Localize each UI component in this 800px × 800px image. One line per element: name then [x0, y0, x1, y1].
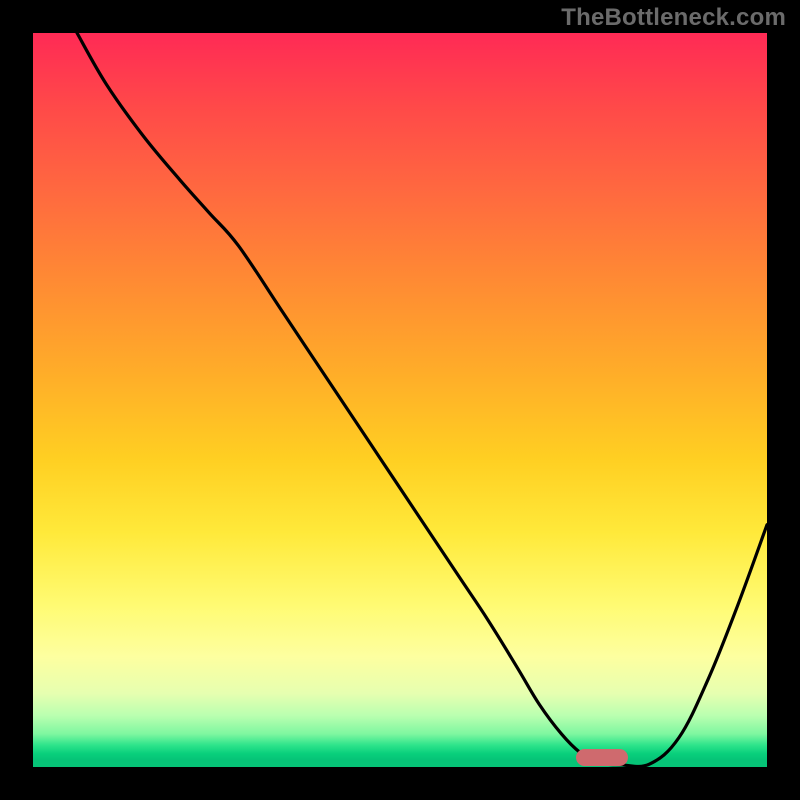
optimum-marker	[576, 749, 627, 766]
plot-area	[33, 33, 767, 767]
watermark-text: TheBottleneck.com	[561, 4, 786, 32]
bottleneck-curve	[33, 33, 767, 767]
chart-frame: TheBottleneck.com	[0, 0, 800, 800]
